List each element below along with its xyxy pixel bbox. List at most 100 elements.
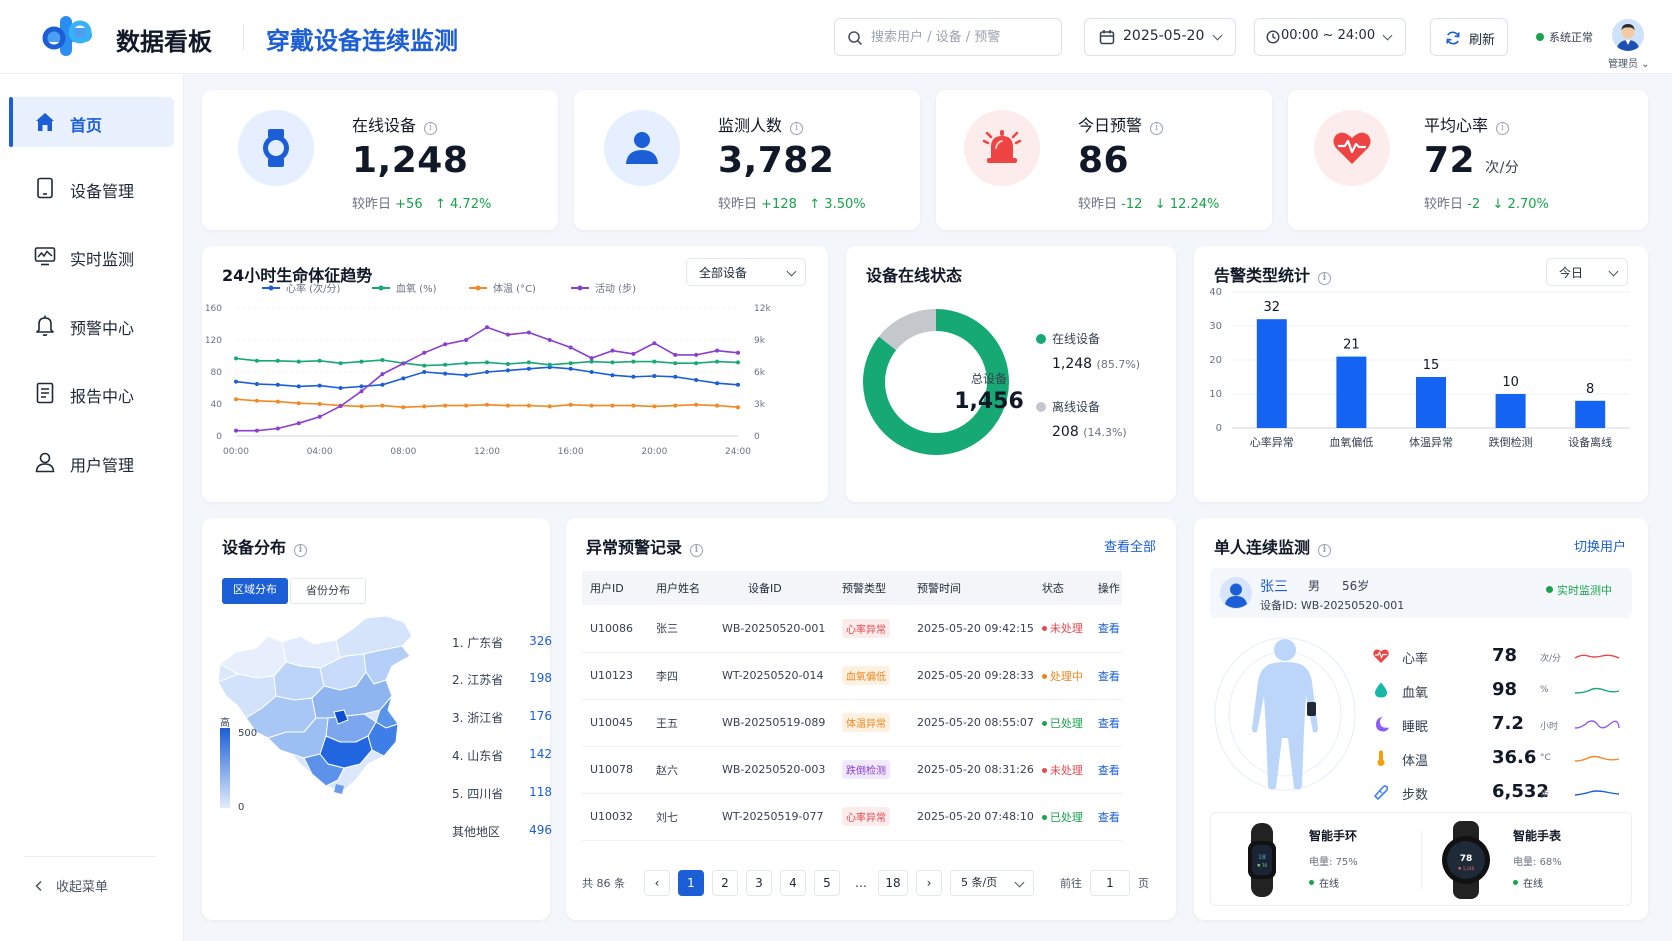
sidebar-item-alerts[interactable]: 预警中心 — [9, 300, 174, 350]
search-box[interactable] — [834, 18, 1062, 56]
device-online-dot — [1309, 880, 1314, 885]
view-link[interactable]: 查看 — [1098, 811, 1120, 824]
page-suffix: 页 — [1138, 877, 1149, 890]
monitor-icon — [34, 247, 56, 266]
time-range-picker[interactable]: 00:00 ~ 24:00 — [1254, 18, 1406, 56]
alert-stats-bar-chart: 0 10 20 30 40 32 心率异常 21 血氧偏低 15 体温异常 10 跌倒检测 8 设备离线 — [1209, 287, 1630, 449]
search-input[interactable] — [871, 19, 1056, 55]
data-point — [422, 350, 427, 355]
sidebar-item-realtime[interactable]: 实时监测 — [9, 231, 174, 281]
info-icon[interactable]: i — [1496, 122, 1510, 135]
legend-label: 心率 (次/分) — [286, 282, 340, 295]
sidebar-item-label: 实时监测 — [70, 250, 135, 269]
sidebar-item-reports[interactable]: 报告中心 — [9, 368, 174, 418]
data-point — [715, 403, 720, 408]
legend-item[interactable]: 心率 (次/分) — [262, 282, 340, 295]
kpi-title: 今日预警 — [1078, 116, 1143, 135]
legend-value-offline: 208 (14.3%) — [1052, 424, 1127, 440]
svg-text:78: 78 — [1460, 854, 1473, 864]
next-page-button[interactable]: › — [916, 870, 942, 896]
switch-user-link[interactable]: 切换用户 — [1574, 536, 1626, 555]
legend-item[interactable]: 活动 (步) — [571, 283, 636, 295]
info-icon[interactable]: i — [1150, 122, 1164, 135]
view-link[interactable]: 查看 — [1098, 670, 1120, 683]
info-icon[interactable]: i — [690, 544, 704, 557]
cell-action: 查看 — [1089, 605, 1122, 653]
page-size-select[interactable]: 5 条/页 — [950, 870, 1034, 896]
shoe-icon — [1373, 785, 1389, 801]
prev-page-button[interactable]: ‹ — [644, 870, 670, 896]
data-point — [736, 382, 740, 387]
data-point — [694, 352, 699, 357]
view-all-link[interactable]: 查看全部 — [1104, 536, 1156, 555]
view-link[interactable]: 查看 — [1098, 622, 1120, 635]
page-button[interactable]: 2 — [712, 870, 738, 896]
sidebar-item-users[interactable]: 用户管理 — [9, 437, 174, 487]
user-device: 设备ID: WB-20250520-001 — [1260, 599, 1405, 612]
info-icon[interactable]: i — [294, 544, 308, 557]
donut-center-label: 总设备 — [970, 372, 1007, 386]
goto-page-input[interactable]: 1 — [1090, 870, 1130, 896]
status-badge: 未处理 — [1049, 763, 1083, 777]
x-tick-label: 00:00 — [223, 447, 249, 457]
cell-alert-time: 2025-05-20 09:42:15 — [909, 605, 1034, 653]
data-point — [464, 403, 469, 408]
page-button[interactable]: 18 — [878, 870, 908, 896]
page-button[interactable]: 3 — [746, 870, 772, 896]
person-icon — [604, 110, 680, 186]
page-button[interactable]: 4 — [780, 870, 806, 896]
view-link[interactable]: 查看 — [1098, 717, 1120, 730]
view-link[interactable]: 查看 — [1098, 764, 1120, 777]
legend-item[interactable]: 体温 (°C) — [469, 283, 536, 295]
chevron-left-icon — [35, 880, 42, 891]
page-button[interactable]: 1 — [678, 870, 704, 896]
smart-watch-icon: 78 ♥ 1,246 — [1442, 821, 1490, 899]
metric-sleep: 睡眠 7.2 小时 — [1372, 713, 1622, 735]
legend-marker — [577, 285, 583, 291]
refresh-button[interactable]: 刷新 — [1430, 18, 1508, 56]
tab-province[interactable]: 省份分布 — [290, 578, 366, 604]
online-status-card: 设备在线状态 总设备 1,456 在线设备 1,248 (85.7%) 离线设备… — [846, 246, 1176, 502]
data-point — [652, 359, 657, 364]
kpi-comparison: 较昨日 +56 ↑ 4.72% — [352, 197, 492, 212]
data-point — [443, 342, 448, 347]
collapse-menu-label: 收起菜单 — [56, 880, 109, 895]
y-tick-label: 0 — [216, 432, 222, 442]
date-picker[interactable]: 2025-05-20 — [1084, 18, 1236, 56]
sidebar-item-home[interactable]: 首页 — [9, 97, 174, 147]
page-ellipsis: … — [848, 870, 874, 896]
system-status-text: 系统正常 — [1549, 31, 1593, 44]
tab-region[interactable]: 区域分布 — [222, 578, 288, 604]
cell-device-id: WB-20250519-089 — [714, 699, 834, 747]
collapse-menu-button[interactable]: 收起菜单 — [34, 876, 108, 895]
legend-label: 体温 (°C) — [493, 283, 536, 295]
sidebar-item-devices[interactable]: 设备管理 — [9, 163, 174, 213]
data-point — [254, 382, 259, 386]
info-icon[interactable]: i — [424, 122, 438, 135]
user-menu[interactable]: 管理员 ⌄ — [1608, 55, 1650, 70]
legend-min-label: 0 — [238, 802, 245, 813]
cell-device-id: WT-20250520-014 — [714, 652, 834, 700]
user-avatar-icon — [1220, 577, 1252, 609]
x-tick-label: 体温异常 — [1409, 435, 1453, 449]
avatar[interactable] — [1612, 19, 1644, 51]
y2-tick-label: 0 — [754, 432, 760, 442]
metric-value: 7.2 — [1492, 713, 1524, 734]
data-point — [568, 361, 573, 366]
data-point — [254, 428, 259, 433]
data-point — [485, 370, 489, 374]
user-name: 张三 — [1260, 579, 1288, 595]
refresh-icon — [1446, 31, 1460, 45]
data-point — [589, 403, 594, 408]
info-icon[interactable]: i — [1318, 544, 1332, 557]
data-point — [694, 402, 699, 407]
kpi-card-avg-heart-rate: 平均心率 i 72 次/分 较昨日 -2 ↓ 2.70% — [1288, 90, 1648, 230]
info-icon[interactable]: i — [790, 122, 804, 135]
data-point — [547, 362, 552, 367]
alarm-bell-icon — [964, 110, 1040, 186]
legend-item[interactable]: 血氧 (%) — [372, 282, 437, 295]
y-tick-label: 10 — [1209, 389, 1222, 400]
bar-value-label: 21 — [1343, 338, 1360, 353]
alert-type-tag: 体温异常 — [842, 713, 890, 732]
page-button[interactable]: 5 — [814, 870, 840, 896]
